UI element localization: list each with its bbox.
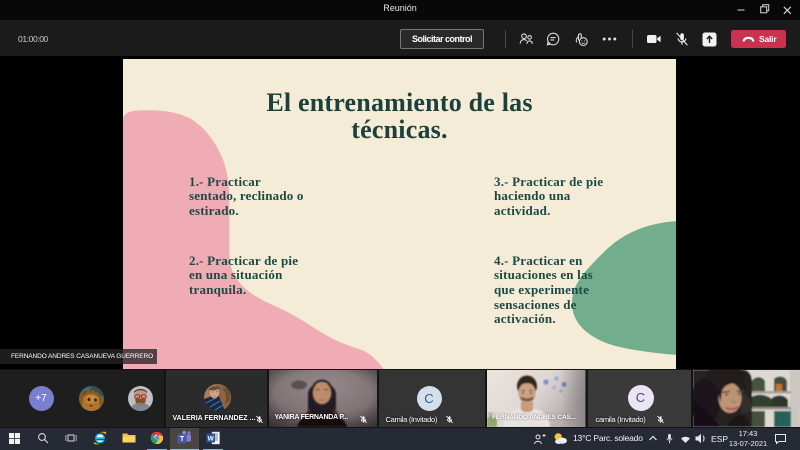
svg-text:W: W bbox=[208, 436, 215, 443]
svg-text:T: T bbox=[180, 436, 185, 443]
